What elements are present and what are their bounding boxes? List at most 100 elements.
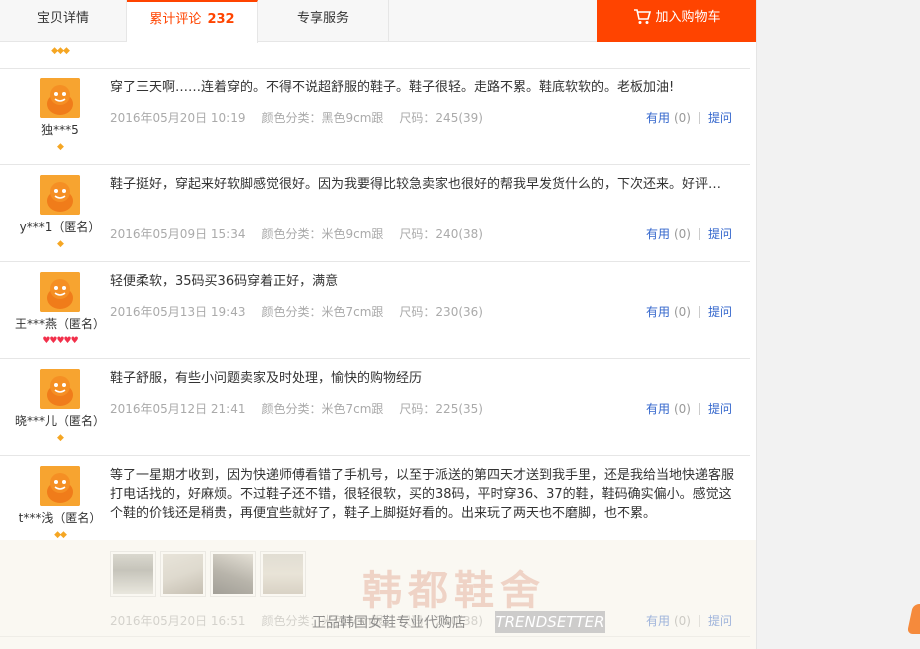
tab-bar: 宝贝详情 累计评论 232 专享服务 加入购物车 <box>0 0 756 43</box>
review-meta: 2016年05月09日 15:34 颜色分类：米色9cm跟 尺码：240(38) <box>110 225 499 242</box>
review-meta: 2016年05月12日 21:41 颜色分类：米色7cm跟 尺码：225(35) <box>110 400 499 417</box>
avatar[interactable] <box>40 78 80 118</box>
rank-badge: ◆◆ <box>54 530 67 540</box>
useful-button[interactable]: 有用 (0) <box>646 227 691 241</box>
tab-label: 宝贝详情 <box>36 11 89 26</box>
reviewer-info: ◆◆◆ <box>10 42 110 58</box>
review-photo-thumb[interactable] <box>160 551 206 597</box>
reviewer-name: y***1（匿名） <box>19 220 101 234</box>
review-date: 2016年05月13日 19:43 <box>110 305 246 319</box>
tab-label: 累计评论 <box>149 12 202 27</box>
useful-label: 有用 <box>645 402 670 416</box>
avatar[interactable] <box>40 369 80 409</box>
default-avatar-icon <box>40 175 80 215</box>
useful-count: (0) <box>673 305 691 319</box>
review-item: t***浅（匿名） ◆◆ 等了一星期才收到，因为快递师傅看错了手机号，以至于派送… <box>0 456 750 637</box>
useful-count: (0) <box>673 614 691 628</box>
reviewer-name: 独***5 <box>41 123 79 137</box>
review-text: 穿了三天啊……连着穿的。不得不说超舒服的鞋子。鞋子很轻。走路不累。鞋底软软的。老… <box>110 80 675 95</box>
tab-reviews[interactable]: 累计评论 232 <box>127 0 258 43</box>
review-actions: 有用 (0) 提问 <box>646 400 732 417</box>
review-photo-list <box>110 551 310 600</box>
review-date: 2016年05月12日 21:41 <box>110 402 246 416</box>
reviewer-info: t***浅（匿名） ◆◆ <box>10 466 110 542</box>
tab-label: 专享服务 <box>296 11 349 26</box>
review-panel: 宝贝详情 累计评论 232 专享服务 加入购物车 ◆◆◆ 独***5 ◆ 穿了三天… <box>0 0 757 649</box>
useful-label: 有用 <box>645 305 670 319</box>
side-widget-edge[interactable] <box>906 604 920 634</box>
ask-button[interactable]: 提问 <box>708 402 732 416</box>
review-meta: 2016年05月20日 10:19 颜色分类：黑色9cm跟 尺码：245(39) <box>110 109 499 126</box>
useful-button[interactable]: 有用 (0) <box>646 111 691 125</box>
sku-color: 颜色分类：黑色9cm跟 <box>261 111 384 125</box>
review-item: 王***燕（匿名） ♥♥♥♥♥ 轻便柔软，35码买36码穿着正好，满意 2016… <box>0 262 750 359</box>
review-photo-thumb[interactable] <box>260 551 306 597</box>
review-date: 2016年05月09日 15:34 <box>110 227 246 241</box>
rank-badge: ◆ <box>57 239 64 249</box>
reviewer-info: 王***燕（匿名） ♥♥♥♥♥ <box>10 272 110 348</box>
default-avatar-icon <box>40 369 80 409</box>
review-actions: 有用 (0) 提问 <box>646 225 732 242</box>
avatar[interactable] <box>40 466 80 506</box>
review-meta: 2016年05月20日 16:51 颜色分类：米色7cm跟 尺码：240(38) <box>110 612 499 629</box>
review-actions: 有用 (0) 提问 <box>646 612 732 629</box>
tab-item-details[interactable]: 宝贝详情 <box>0 0 127 42</box>
sku-size: 尺码：225(35) <box>399 402 483 416</box>
review-photo-thumb[interactable] <box>210 551 256 597</box>
reviewer-info: 独***5 ◆ <box>10 78 110 154</box>
ask-button[interactable]: 提问 <box>708 111 732 125</box>
useful-label: 有用 <box>645 614 670 628</box>
reviewer-name: t***浅（匿名） <box>18 511 102 525</box>
review-actions: 有用 (0) 提问 <box>646 109 732 126</box>
review-text: 鞋子挺好，穿起来好软脚感觉很好。因为我要得比较急卖家也很好的帮我早发货什么的，下… <box>110 177 722 192</box>
useful-count: (0) <box>673 111 691 125</box>
review-item-partial: ◆◆◆ <box>0 42 750 69</box>
useful-button[interactable]: 有用 (0) <box>646 402 691 416</box>
review-item: 独***5 ◆ 穿了三天啊……连着穿的。不得不说超舒服的鞋子。鞋子很轻。走路不累… <box>0 69 750 165</box>
useful-button[interactable]: 有用 (0) <box>646 614 691 628</box>
review-date: 2016年05月20日 10:19 <box>110 111 246 125</box>
review-photo-thumb[interactable] <box>110 551 156 597</box>
reviewer-info: y***1（匿名） ◆ <box>10 175 110 251</box>
default-avatar-icon <box>40 78 80 118</box>
review-item: y***1（匿名） ◆ 鞋子挺好，穿起来好软脚感觉很好。因为我要得比较急卖家也很… <box>0 165 750 262</box>
rank-badge: ◆ <box>57 142 64 152</box>
divider <box>698 306 700 318</box>
useful-count: (0) <box>673 402 691 416</box>
ask-button[interactable]: 提问 <box>708 227 732 241</box>
add-to-cart-button[interactable]: 加入购物车 <box>597 0 756 42</box>
default-avatar-icon <box>40 272 80 312</box>
review-actions: 有用 (0) 提问 <box>646 303 732 320</box>
avatar[interactable] <box>40 175 80 215</box>
useful-label: 有用 <box>645 111 670 125</box>
review-meta: 2016年05月13日 19:43 颜色分类：米色7cm跟 尺码：230(36) <box>110 303 499 320</box>
sku-color: 颜色分类：米色7cm跟 <box>261 614 384 628</box>
review-date: 2016年05月20日 16:51 <box>110 614 246 628</box>
cart-icon <box>634 9 652 24</box>
useful-label: 有用 <box>645 227 670 241</box>
default-avatar-icon <box>40 466 80 506</box>
reviewer-name: 王***燕（匿名） <box>14 317 105 331</box>
divider <box>698 403 700 415</box>
rank-badge: ◆ <box>57 433 64 443</box>
ask-button[interactable]: 提问 <box>708 614 732 628</box>
sku-color: 颜色分类：米色7cm跟 <box>261 402 384 416</box>
tab-services[interactable]: 专享服务 <box>258 0 389 42</box>
useful-count: (0) <box>673 227 691 241</box>
sku-size: 尺码：240(38) <box>399 614 483 628</box>
useful-button[interactable]: 有用 (0) <box>646 305 691 319</box>
review-text: 等了一星期才收到，因为快递师傅看错了手机号，以至于派送的第四天才送到我手里，还是… <box>110 468 735 521</box>
avatar[interactable] <box>40 272 80 312</box>
divider <box>698 228 700 240</box>
divider <box>698 615 700 627</box>
sku-color: 颜色分类：米色7cm跟 <box>261 305 384 319</box>
sku-color: 颜色分类：米色9cm跟 <box>261 227 384 241</box>
sku-size: 尺码：245(39) <box>399 111 483 125</box>
add-to-cart-label: 加入购物车 <box>655 10 721 25</box>
ask-button[interactable]: 提问 <box>708 305 732 319</box>
review-count: 232 <box>207 12 235 27</box>
review-item: 晓***儿（匿名） ◆ 鞋子舒服，有些小问题卖家及时处理，愉快的购物经历 201… <box>0 359 750 456</box>
divider <box>698 112 700 124</box>
sku-size: 尺码：240(38) <box>399 227 483 241</box>
sku-size: 尺码：230(36) <box>399 305 483 319</box>
